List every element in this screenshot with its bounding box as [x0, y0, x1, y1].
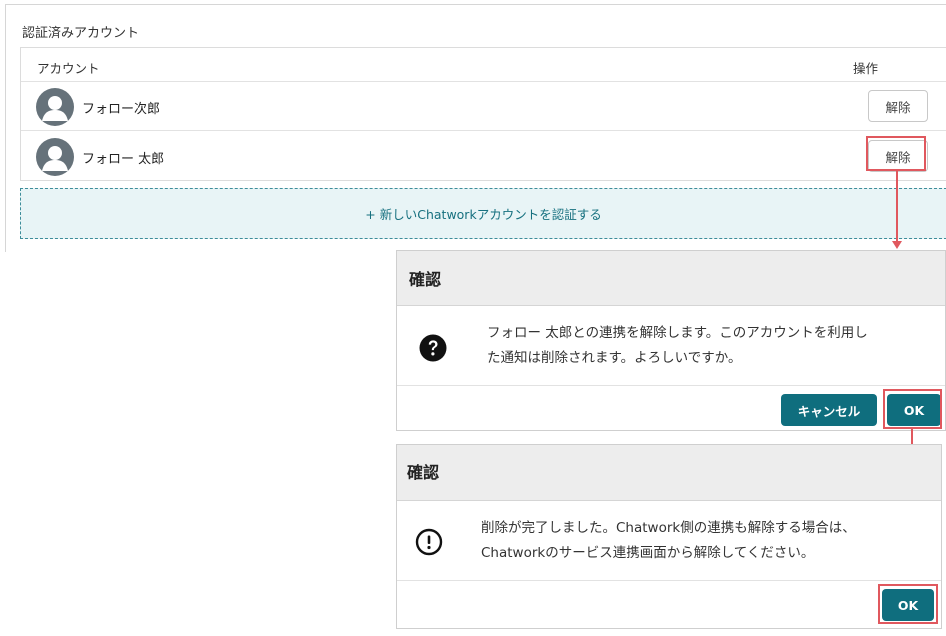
unlink-highlight-frame [866, 136, 926, 171]
connector-line [896, 171, 898, 241]
dialog-body: 削除が完了しました。Chatwork側の連携も解除する場合は、 Chatwork… [397, 501, 941, 581]
dialog-message-line: 削除が完了しました。Chatwork側の連携も解除する場合は、 [481, 520, 856, 536]
completion-dialog: 確認 削除が完了しました。Chatwork側の連携も解除する場合は、 Chatw… [396, 444, 942, 629]
question-circle-icon [419, 334, 447, 366]
dialog-message: 削除が完了しました。Chatwork側の連携も解除する場合は、 Chatwork… [481, 516, 936, 566]
account-name: フォロー 太郎 [82, 152, 165, 167]
exclamation-circle-icon [415, 528, 443, 560]
dialog-title: 確認 [409, 270, 442, 289]
avatar-icon [36, 88, 74, 126]
dialog-body: フォロー 太郎との連携を解除します。このアカウントを利用し た通知は削除されます… [397, 306, 945, 386]
confirm-dialog: 確認 フォロー 太郎との連携を解除します。このアカウントを利用し た通知は削除さ… [396, 250, 946, 431]
column-header-operation: 操作 [853, 61, 879, 76]
table-row: フォロー次郎 解除 [21, 82, 946, 131]
dialog-header: 確認 [397, 445, 941, 501]
dialog-title: 確認 [407, 463, 440, 482]
ok-highlight-frame [878, 584, 938, 624]
add-account-link[interactable]: + 新しいChatworkアカウントを認証する [20, 188, 946, 239]
column-header-account: アカウント [37, 61, 100, 76]
avatar-icon [36, 138, 74, 176]
dialog-message-line: Chatworkのサービス連携画面から解除してください。 [481, 545, 815, 561]
table-row: フォロー 太郎 解除 [21, 132, 946, 181]
arrow-down-icon [892, 241, 902, 249]
account-name: フォロー次郎 [82, 102, 161, 117]
dialog-header: 確認 [397, 251, 945, 306]
ok-highlight-frame [883, 389, 942, 429]
dialog-message: フォロー 太郎との連携を解除します。このアカウントを利用し た通知は削除されます… [487, 321, 937, 371]
dialog-message-line: フォロー 太郎との連携を解除します。このアカウントを利用し [487, 325, 868, 341]
accounts-table: アカウント 操作 フォロー次郎 解除 フォロー 太郎 解除 [20, 47, 946, 181]
dialog-message-line: た通知は削除されます。よろしいですか。 [487, 350, 742, 366]
authenticated-accounts-panel: 認証済みアカウント アカウント 操作 フォロー次郎 解除 フォロー 太郎 解除 … [5, 4, 946, 252]
table-header: アカウント 操作 [21, 48, 946, 82]
unlink-button[interactable]: 解除 [868, 90, 928, 122]
panel-title: 認証済みアカウント [22, 26, 140, 41]
cancel-button[interactable]: キャンセル [781, 394, 877, 426]
